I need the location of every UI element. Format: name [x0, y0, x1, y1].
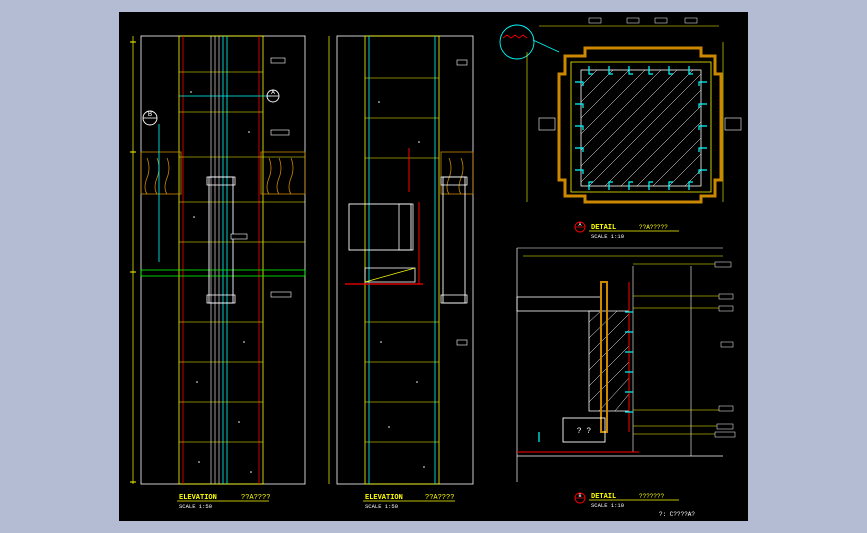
- detail-a: [499, 17, 742, 204]
- detail-a-marker: A: [578, 222, 581, 228]
- section-marker-a: A: [266, 89, 280, 103]
- detail-b-title: B DETAIL ??????? SCALE 1:10: [574, 492, 679, 509]
- drawing-sheet: B A ELEVATION ??A???? SCALE 1:50 ELEVATI…: [119, 12, 748, 521]
- elevation-b-title: ELEVATION ??A???? SCALE 1:50: [363, 494, 455, 510]
- elevation-a-title: ELEVATION ??A???? SCALE 1:50: [177, 494, 270, 510]
- detail-a-title: A DETAIL ??A????? SCALE 1:10: [574, 221, 679, 240]
- detail-a-suffix: ??A?????: [639, 224, 668, 231]
- note-box-text: ? ?: [577, 427, 592, 436]
- detail-b-marker: B: [578, 493, 581, 499]
- detail-b-suffix: ???????: [639, 493, 665, 500]
- elevation-a: [130, 35, 306, 485]
- elevation-b-scale: SCALE 1:50: [365, 503, 398, 510]
- elevation-a-scale: SCALE 1:50: [179, 503, 212, 510]
- section-marker-b: B: [142, 110, 158, 126]
- cad-drawing: B A ELEVATION ??A???? SCALE 1:50 ELEVATI…: [130, 17, 742, 518]
- section-marker-a-label: A: [271, 89, 275, 96]
- footer-note: ?: C????A?: [659, 511, 695, 518]
- detail-b-scale: SCALE 1:10: [591, 502, 624, 509]
- detail-a-scale: SCALE 1:10: [591, 233, 624, 240]
- detail-b: ? ?: [516, 247, 736, 482]
- elevation-b: [328, 35, 474, 485]
- section-marker-b-label: B: [148, 111, 152, 119]
